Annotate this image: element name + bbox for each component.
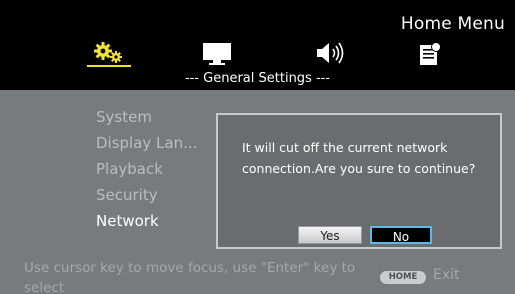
home-key-badge: HOME [380, 271, 426, 284]
home-menu-screen: Home Menu --- General Settings --- Syste… [0, 0, 515, 294]
settings-menu: System Display Lan... Playback Security … [96, 104, 197, 234]
exit-label: Exit [433, 267, 460, 283]
section-title: --- General Settings --- [184, 71, 331, 86]
settings-gears-icon[interactable] [92, 42, 128, 64]
document-info-icon[interactable] [419, 42, 441, 66]
display-monitor-icon[interactable] [202, 42, 232, 66]
no-button[interactable]: No [370, 226, 432, 244]
menu-item-system[interactable]: System [96, 104, 197, 130]
top-bar: Home Menu --- General Settings --- [0, 0, 515, 90]
dialog-message: It will cut off the current network conn… [242, 140, 476, 176]
menu-item-network[interactable]: Network [96, 208, 197, 234]
selected-category-underline [87, 65, 131, 67]
menu-item-security[interactable]: Security [96, 182, 197, 208]
yes-button[interactable]: Yes [298, 226, 362, 244]
confirm-dialog: It will cut off the current network conn… [216, 113, 502, 249]
menu-item-playback[interactable]: Playback [96, 156, 197, 182]
help-hint: Use cursor key to move focus, use "Enter… [24, 260, 356, 294]
speaker-sound-icon[interactable] [316, 42, 346, 64]
menu-item-display-language[interactable]: Display Lan... [96, 130, 197, 156]
home-menu-title: Home Menu [400, 14, 505, 34]
